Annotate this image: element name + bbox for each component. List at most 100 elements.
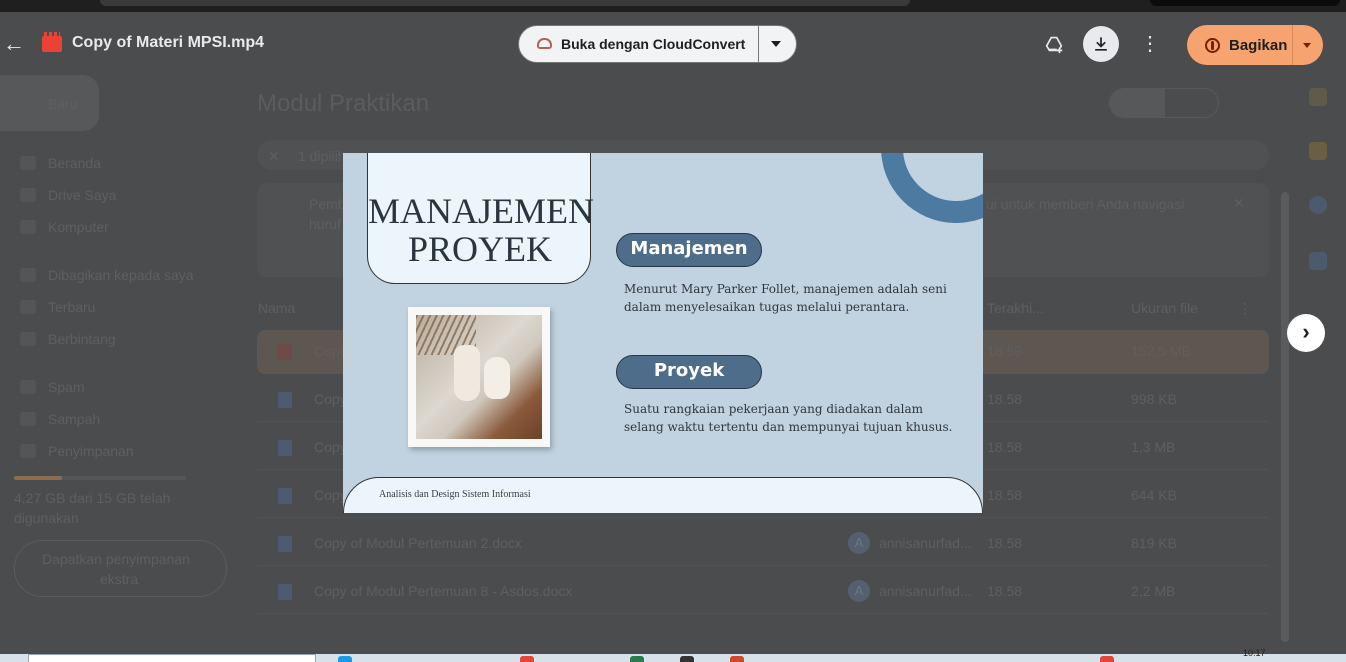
column-name: Nama: [258, 300, 296, 316]
spam-icon: [20, 380, 36, 394]
taskbar-app-icon[interactable]: [680, 656, 694, 662]
doc-file-icon: [278, 536, 292, 552]
scrollbar: [1281, 192, 1289, 642]
browser-profile-button[interactable]: [1150, 0, 1340, 6]
video-file-icon: [42, 32, 62, 52]
vase-photo: [408, 307, 550, 447]
selection-count: 1 dipilih: [298, 148, 346, 164]
shared-icon: [20, 268, 36, 282]
share-label: Bagikan: [1229, 37, 1288, 54]
drive-icon: [20, 188, 36, 202]
download-icon[interactable]: [1083, 26, 1119, 62]
star-icon: [20, 332, 36, 346]
row-time: 18.58: [987, 583, 1023, 599]
taskbar-app-icon[interactable]: [630, 656, 644, 662]
sidebar-item-recent: Terbaru: [48, 299, 96, 315]
close-selection-icon: ✕: [268, 148, 280, 164]
page-title: Modul Praktikan: [257, 90, 430, 117]
section-heading-manajemen: Manajemen: [616, 233, 762, 267]
row-name: Copy of Modul Pertemuan 2.docx: [314, 535, 522, 551]
row-name: Copy: [314, 487, 347, 503]
decorative-arc: [869, 153, 983, 235]
row-size: 1,3 MB: [1131, 439, 1176, 455]
section-text-manajemen: Menurut Mary Parker Follet, manajemen ad…: [624, 282, 947, 314]
sidebar-item-computers: Komputer: [48, 219, 109, 235]
chevron-right-icon[interactable]: ›: [1287, 314, 1325, 352]
row-size: 998 KB: [1131, 391, 1177, 407]
notice-text-left: Pemb: [309, 196, 346, 212]
contacts-icon: [1309, 252, 1327, 270]
new-button-label: Baru: [48, 96, 78, 112]
get-storage-label-2: ekstra: [100, 571, 139, 587]
more-vertical-icon[interactable]: ⋮: [1132, 26, 1168, 62]
row-time: 18.58: [987, 439, 1023, 455]
share-button[interactable]: Bagikan: [1187, 25, 1293, 65]
slide-footer-text: Analisis dan Design Sistem Informasi: [379, 489, 531, 500]
get-storage-label: Dapatkan penyimpanan: [42, 551, 190, 567]
row-owner: annisanurfad...: [879, 583, 972, 599]
row-size: 644 KB: [1131, 487, 1177, 503]
column-modified: Terakhi...: [987, 300, 1044, 316]
row-time: 18.58: [987, 487, 1023, 503]
avatar: A: [848, 532, 870, 554]
row-owner: annisanurfad...: [879, 535, 972, 551]
row-time: 18.58: [987, 391, 1023, 407]
notice-text-left-2: huruf: [309, 216, 341, 232]
row-name: Copy of Modul Pertemuan 8 - Asdos.docx: [314, 583, 573, 599]
section-text-proyek: Suatu rangkaian pekerjaan yang diadakan …: [624, 402, 953, 434]
open-with-button[interactable]: Buka dengan CloudConvert: [519, 26, 759, 62]
home-icon: [20, 156, 36, 170]
row-size: 819 KB: [1131, 535, 1177, 551]
doc-file-icon: [278, 440, 292, 456]
tasks-icon: [1309, 196, 1327, 214]
notice-close-icon: ✕: [1233, 195, 1245, 211]
chrome-icon[interactable]: [520, 656, 534, 662]
column-more-icon: ⋮: [1238, 300, 1252, 316]
get-storage-button: [14, 540, 227, 597]
sidebar-item-shared: Dibagikan kepada saya: [48, 267, 194, 283]
chevron-down-icon[interactable]: [1303, 43, 1311, 48]
row-name: Copy: [314, 343, 347, 359]
back-arrow-icon[interactable]: ←: [2, 32, 26, 56]
row-time: 18.59: [987, 343, 1023, 359]
globe-icon: [1205, 38, 1220, 53]
calendar-icon: [1309, 88, 1327, 106]
row-time: 18.58: [987, 535, 1023, 551]
sidebar-item-home: Beranda: [48, 155, 101, 171]
taskbar-app-icon[interactable]: [1100, 656, 1114, 662]
notice-text-right: ui untuk memberi Anda navigasi: [986, 196, 1185, 212]
doc-file-icon: [278, 488, 292, 504]
taskbar-app-icon[interactable]: [338, 656, 352, 662]
cloudconvert-icon: [537, 38, 552, 49]
sidebar-item-my-drive: Drive Saya: [48, 187, 117, 203]
sidebar-item-trash: Sampah: [48, 411, 101, 427]
view-toggle: [1109, 88, 1219, 118]
clock-icon: [20, 300, 36, 314]
doc-file-icon: [278, 584, 292, 600]
slide-title-line2: PROYEK: [407, 229, 553, 269]
add-to-drive-icon[interactable]: [1036, 26, 1072, 62]
open-with-button-group: Buka dengan CloudConvert: [518, 25, 797, 63]
share-button-group: Bagikan: [1187, 25, 1323, 65]
video-file-icon: [278, 344, 292, 360]
title-card: MANAJEMEN PROYEK: [367, 153, 595, 284]
column-size: Ukuran file: [1131, 300, 1198, 316]
file-title: Copy of Materi MPSI.mp4: [72, 34, 265, 51]
row-size: 2,2 MB: [1131, 583, 1176, 599]
cloud-icon: [20, 444, 36, 458]
avatar: A: [848, 580, 870, 602]
sidebar-item-storage: Penyimpanan: [48, 443, 134, 459]
storage-bar: [14, 476, 186, 480]
address-bar[interactable]: [100, 0, 910, 6]
storage-text-2: digunakan: [14, 510, 79, 526]
sidebar-item-starred: Berbintang: [48, 331, 116, 347]
taskbar-clock: 10:17: [1243, 648, 1266, 658]
row-name: Copy: [314, 439, 347, 455]
chevron-down-icon[interactable]: [771, 41, 781, 47]
slide-title-line1: MANAJEMEN: [368, 191, 595, 231]
taskbar-app-icon[interactable]: [730, 656, 744, 662]
section-heading-proyek: Proyek: [616, 355, 762, 389]
trash-icon: [20, 412, 36, 426]
taskbar-search[interactable]: [28, 654, 316, 662]
storage-text: 4,27 GB dari 15 GB telah: [14, 490, 171, 506]
